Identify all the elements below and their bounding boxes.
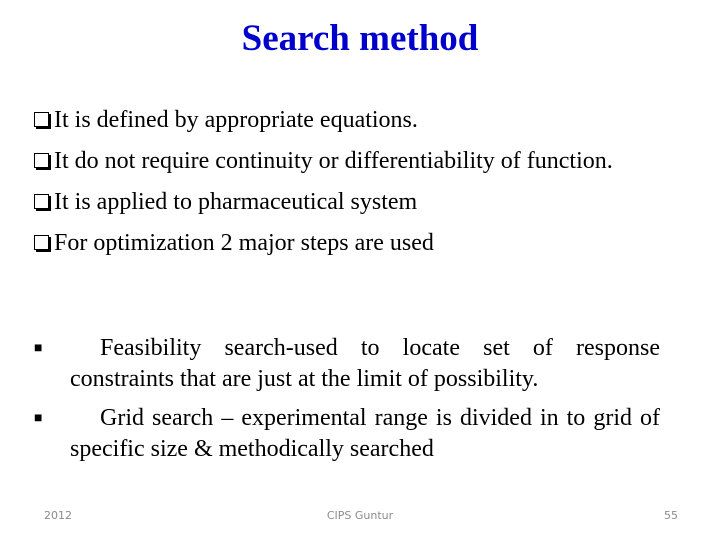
footer-slide-number: 55 xyxy=(664,509,678,522)
sub-bullet-list: ■ Feasibility search-used to locate set … xyxy=(34,333,660,473)
bullet-text: It is applied to pharmaceutical system xyxy=(54,189,418,215)
bullet-text: It do not require continuity or differen… xyxy=(54,148,613,174)
square-bullet-icon: ■ xyxy=(34,341,43,356)
bullet-item: It do not require continuity or differen… xyxy=(34,146,660,177)
bullet-item: It is applied to pharmaceutical system xyxy=(34,187,660,218)
bullet-text: It is defined by appropriate equations. xyxy=(54,107,418,133)
checkbox-bullet-icon xyxy=(34,235,49,250)
square-bullet-icon: ■ xyxy=(34,411,43,426)
footer-organization: CIPS Guntur xyxy=(326,509,394,522)
bullet-list: It is defined by appropriate equations. … xyxy=(34,105,660,269)
sub-bullet-item: ■ Grid search – experimental range is di… xyxy=(34,403,660,465)
bullet-item: For optimization 2 major steps are used xyxy=(34,228,660,259)
sub-bullet-text: Grid search – experimental range is divi… xyxy=(70,405,660,462)
bullet-item: It is defined by appropriate equations. xyxy=(34,105,660,136)
checkbox-bullet-icon xyxy=(34,153,49,168)
slide-title: Search method xyxy=(241,18,479,59)
checkbox-bullet-icon xyxy=(34,194,49,209)
sub-bullet-text: Feasibility search-used to locate set of… xyxy=(70,335,660,392)
bullet-text: For optimization 2 major steps are used xyxy=(54,230,434,256)
sub-bullet-item: ■ Feasibility search-used to locate set … xyxy=(34,333,660,395)
checkbox-bullet-icon xyxy=(34,112,49,127)
